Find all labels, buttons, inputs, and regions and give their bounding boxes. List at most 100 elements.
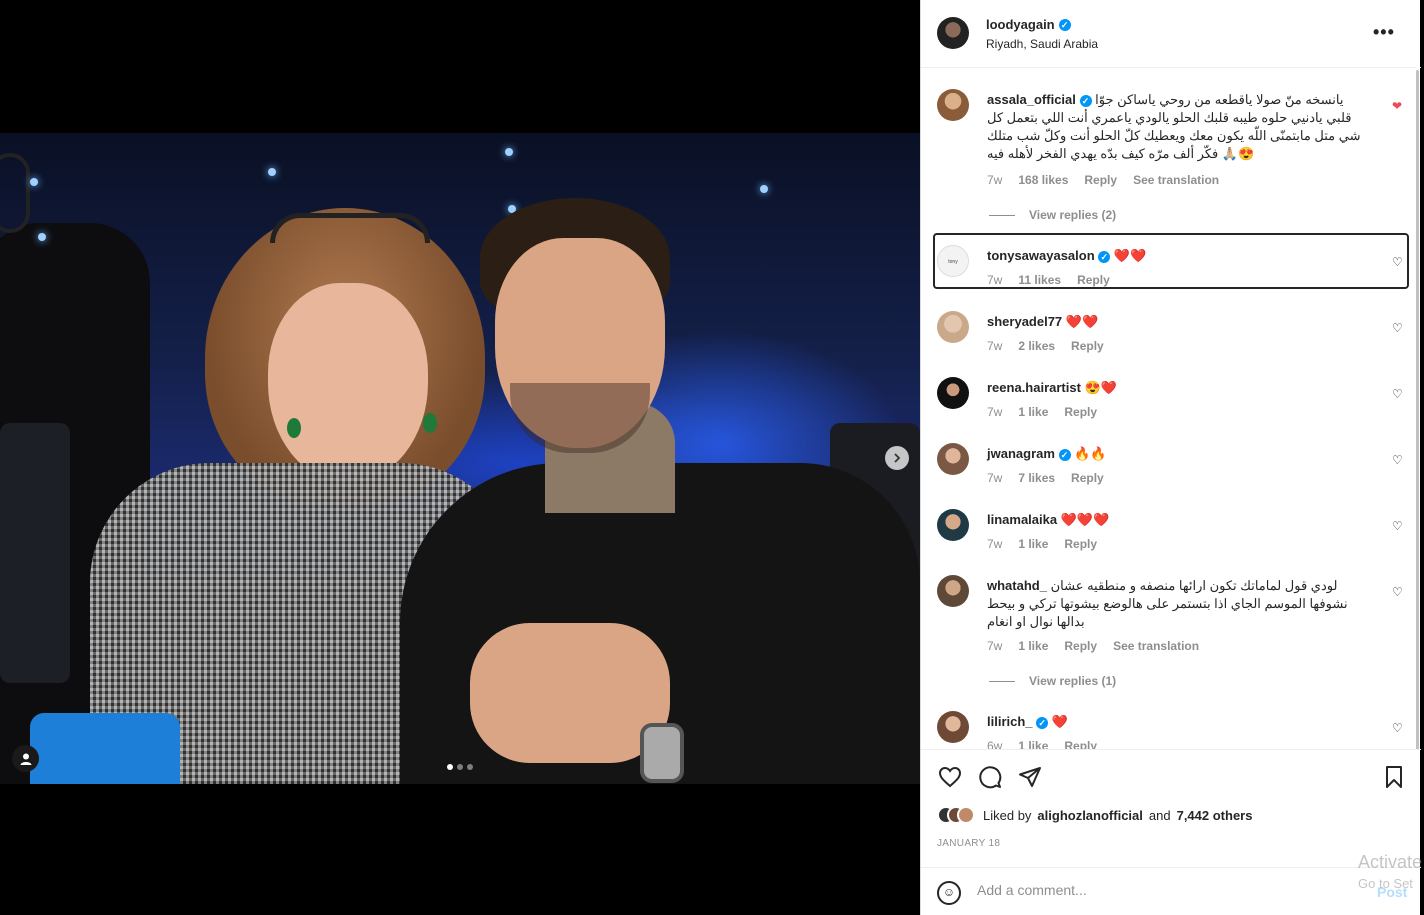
reply-button[interactable]: Reply (1064, 739, 1097, 749)
scrollbar-thumb[interactable] (1416, 70, 1419, 750)
verified-badge-icon: ✓ (1098, 251, 1111, 263)
comment-like-heart-icon[interactable]: ♡ (1392, 255, 1403, 269)
stage-light (30, 178, 38, 186)
comment-time[interactable]: 7w (987, 639, 1002, 653)
reply-button[interactable]: Reply (1071, 339, 1104, 353)
comment-likes[interactable]: 1 like (1018, 405, 1048, 419)
tagged-users-button[interactable] (12, 745, 39, 772)
author-username-text[interactable]: loodyagain (986, 17, 1055, 32)
like-heart-icon[interactable] (937, 764, 963, 790)
comment-meta: 7w 11 likes Reply (987, 273, 1110, 287)
see-translation-button[interactable]: See translation (1113, 639, 1199, 653)
commenter-username[interactable]: whatahd_ (987, 578, 1047, 593)
commenter-username[interactable]: lilirich_ (987, 714, 1033, 729)
view-replies-button[interactable]: View replies (1) (989, 674, 1116, 688)
comment-time[interactable]: 7w (987, 537, 1002, 551)
comment-like-heart-icon[interactable]: ♡ (1392, 321, 1403, 335)
liked-by-username[interactable]: alighozlanofficial (1037, 808, 1142, 823)
comment-like-heart-icon[interactable]: ♡ (1392, 453, 1403, 467)
view-replies-label[interactable]: View replies (2) (1029, 208, 1116, 222)
liker-avatar[interactable] (957, 806, 975, 824)
reply-button[interactable]: Reply (1064, 639, 1097, 653)
commenter-username[interactable]: linamalaika (987, 512, 1057, 527)
commenter-avatar[interactable] (937, 711, 969, 743)
stage-light (760, 185, 768, 193)
commenter-username[interactable]: assala_official (987, 92, 1076, 107)
reply-button[interactable]: Reply (1064, 405, 1097, 419)
comment-like-heart-icon[interactable]: ♡ (1392, 387, 1403, 401)
comment-text: 🔥🔥 (1074, 446, 1107, 461)
save-bookmark-icon[interactable] (1381, 764, 1407, 790)
verified-badge-icon: ✓ (1079, 95, 1092, 107)
post-media-area (0, 0, 920, 915)
comment-like-heart-icon[interactable]: ♡ (1392, 721, 1403, 735)
comment-time[interactable]: 7w (987, 339, 1002, 353)
commenter-avatar[interactable] (937, 311, 969, 343)
commenter-avatar[interactable] (937, 443, 969, 475)
comment-bubble-icon (979, 766, 1002, 789)
commenter-avatar[interactable]: tony (937, 245, 969, 277)
comment-time[interactable]: 7w (987, 405, 1002, 419)
commenter-avatar[interactable] (937, 377, 969, 409)
liked-by-and: and (1148, 807, 1171, 823)
comment-like-heart-icon[interactable]: ❤ (1392, 99, 1402, 113)
post-photo[interactable] (0, 133, 920, 784)
heart-outline-icon (938, 766, 962, 788)
author-avatar[interactable] (937, 17, 969, 49)
comment-text: ❤️❤️ (1065, 314, 1099, 329)
earring (423, 413, 437, 433)
post-location[interactable]: Riyadh, Saudi Arabia (986, 37, 1098, 51)
comment-likes[interactable]: 168 likes (1018, 173, 1068, 187)
add-comment-input[interactable] (977, 882, 1337, 898)
commenter-username[interactable]: reena.hairartist (987, 380, 1081, 395)
commenter-username[interactable]: tonysawayasalon (987, 248, 1095, 263)
comments-list: assala_official ✓ يانسخه منّ صولا ياقطعه… (921, 69, 1417, 749)
carousel-next-button[interactable] (885, 446, 909, 470)
instagram-post-modal: loodyagain ✓ Riyadh, Saudi Arabia ••• as… (0, 0, 1424, 915)
chevron-right-icon (894, 453, 901, 463)
reply-button[interactable]: Reply (1084, 173, 1117, 187)
comment-icon[interactable] (977, 764, 1003, 790)
emoji-icon[interactable]: ☺ (937, 881, 961, 905)
share-icon[interactable] (1017, 764, 1043, 790)
comment-time[interactable]: 7w (987, 471, 1002, 485)
comment-likes[interactable]: 11 likes (1018, 273, 1061, 287)
reply-button[interactable]: Reply (1064, 537, 1097, 551)
view-replies-label[interactable]: View replies (1) (1029, 674, 1116, 688)
reply-button[interactable]: Reply (1071, 471, 1104, 485)
comment-time[interactable]: 6w (987, 739, 1002, 749)
activate-windows-watermark-sub: Go to Set (1358, 876, 1413, 891)
comment-meta: 7w 1 like Reply (987, 405, 1097, 419)
comment-body: sheryadel77 ❤️❤️ (987, 313, 1372, 331)
comment-likes[interactable]: 1 like (1018, 639, 1048, 653)
verified-badge-icon: ✓ (1036, 717, 1049, 729)
comment-like-heart-icon[interactable]: ♡ (1392, 585, 1403, 599)
commenter-avatar[interactable] (937, 575, 969, 607)
headset (0, 153, 30, 233)
carousel-dot (467, 764, 473, 770)
comment-time[interactable]: 7w (987, 273, 1002, 287)
more-horizontal-icon[interactable]: ••• (1373, 22, 1395, 43)
commenter-username[interactable]: jwanagram (987, 446, 1055, 461)
commenter-avatar[interactable] (937, 89, 969, 121)
author-username[interactable]: loodyagain ✓ (986, 17, 1071, 32)
verified-badge-icon: ✓ (1058, 18, 1071, 31)
commenter-username[interactable]: sheryadel77 (987, 314, 1062, 329)
verified-badge-icon: ✓ (1058, 449, 1071, 461)
comment-likes[interactable]: 2 likes (1018, 339, 1055, 353)
liked-by-others[interactable]: 7,442 others (1177, 808, 1253, 823)
post-date[interactable]: JANUARY 18 (937, 838, 1000, 849)
view-replies-button[interactable]: View replies (2) (989, 208, 1116, 222)
liked-by-row: Liked by alighozlanofficial and 7,442 ot… (937, 806, 1252, 824)
commenter-avatar[interactable] (937, 509, 969, 541)
activate-windows-watermark: Activate (1358, 852, 1423, 872)
bookmark-icon (1386, 766, 1402, 788)
comment-like-heart-icon[interactable]: ♡ (1392, 519, 1403, 533)
woman-face (268, 283, 428, 483)
comment-likes[interactable]: 1 like (1018, 537, 1048, 551)
reply-button[interactable]: Reply (1077, 273, 1110, 287)
comment-time[interactable]: 7w (987, 173, 1002, 187)
comment-likes[interactable]: 7 likes (1018, 471, 1055, 485)
comment-likes[interactable]: 1 like (1018, 739, 1048, 749)
see-translation-button[interactable]: See translation (1133, 173, 1219, 187)
